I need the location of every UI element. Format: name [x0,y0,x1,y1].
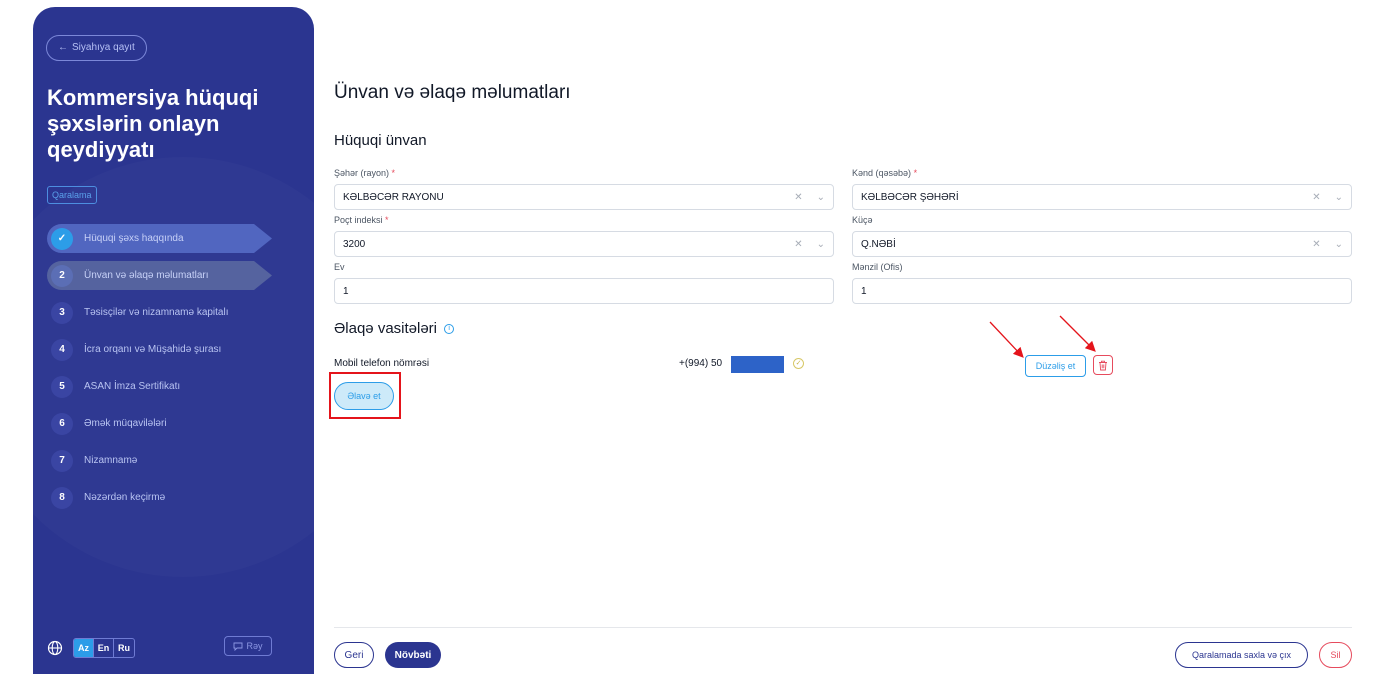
annotation-highlight-box [329,372,401,419]
back-to-list-label: Siyahıya qayıt [72,42,135,53]
page-title: Ünvan və əlaqə məlumatları [334,82,571,103]
step-label: Ünvan və əlaqə məlumatları [84,270,209,281]
step-label: Nizamnamə [84,455,138,466]
info-icon[interactable]: i [444,324,455,335]
step-number: 5 [51,375,73,398]
apartment-input[interactable]: 1 [852,278,1352,304]
step-item-2[interactable]: 2 Ünvan və əlaqə məlumatları [47,257,314,294]
step-item-8[interactable]: 8 Nəzərdən keçirmə [47,479,314,516]
footer-divider [334,627,1352,628]
city-select[interactable]: KƏLBƏCƏR RAYONU ✕ ⌄ [334,184,834,210]
contact-row: Mobil telefon nömrəsi +(994) 50 ✓ [334,356,1352,374]
clear-icon[interactable]: ✕ [1312,192,1320,203]
clear-icon[interactable]: ✕ [1312,239,1320,250]
step-item-3[interactable]: 3 Təsisçilər və nizamnamə kapitalı [47,294,314,331]
comment-icon [234,642,243,651]
apartment-label: Mənzil (Ofis) [852,262,903,272]
apartment-value: 1 [861,285,867,297]
street-field: Küçə Q.NƏBİ ✕ ⌄ [852,215,1352,257]
step-item-6[interactable]: 6 Əmək müqavilələri [47,405,314,442]
required-marker: * [913,168,918,178]
edit-contact-button[interactable]: Düzəliş et [1025,355,1086,377]
trash-icon [1099,360,1107,370]
arrow-left-icon: ← [58,42,68,53]
feedback-label: Rəy [246,641,263,651]
postal-field: Poçt indeksi * 3200 ✕ ⌄ [334,215,834,257]
phone-value: +(994) 50 [679,358,723,369]
back-button[interactable]: Geri [334,642,374,668]
step-item-5[interactable]: 5 ASAN İmza Sertifikatı [47,368,314,405]
step-item-7[interactable]: 7 Nizamnamə [47,442,314,479]
next-button[interactable]: Növbəti [385,642,441,668]
language-option-en[interactable]: En [94,639,114,657]
village-field: Kənd (qəsəbə) * KƏLBƏCƏR ŞƏHƏRİ ✕ ⌄ [852,168,1352,210]
chevron-down-icon[interactable]: ⌄ [817,192,825,203]
app: ← Siyahıya qayıt Kommersiya hüquqi şəxsl… [0,0,1384,674]
legal-address-title: Hüquqi ünvan [334,132,427,149]
check-icon: ✓ [51,227,73,250]
language-switcher: Az En Ru [73,638,135,658]
delete-contact-button[interactable] [1093,355,1113,375]
language-option-az[interactable]: Az [74,639,94,657]
village-select[interactable]: KƏLBƏCƏR ŞƏHƏRİ ✕ ⌄ [852,184,1352,210]
house-field: Ev 1 [334,262,834,304]
globe-icon [47,640,63,656]
house-input[interactable]: 1 [334,278,834,304]
contact-type-label: Mobil telefon nömrəsi [334,358,430,369]
redaction-box [731,356,784,373]
city-field: Şəhər (rayon) * KƏLBƏCƏR RAYONU ✕ ⌄ [334,168,834,210]
language-option-ru[interactable]: Ru [114,639,134,657]
house-label: Ev [334,262,345,272]
postal-value: 3200 [343,238,366,250]
street-value: Q.NƏBİ [861,238,896,250]
required-marker: * [385,215,389,225]
clear-icon[interactable]: ✕ [794,239,802,250]
step-number: 3 [51,301,73,324]
step-number: 7 [51,449,73,472]
chevron-down-icon[interactable]: ⌄ [1335,239,1343,250]
back-to-list-button[interactable]: ← Siyahıya qayıt [46,35,147,61]
city-label: Şəhər (rayon) [334,168,390,178]
village-label: Kənd (qəsəbə) [852,168,912,178]
stepper: ✓ Hüquqi şəxs haqqında 2 Ünvan və əlaqə … [47,220,314,516]
street-label: Küçə [852,215,873,225]
delete-button[interactable]: Sil [1319,642,1352,668]
main-content: Ünvan və əlaqə məlumatları Hüquqi ünvan … [334,0,1352,674]
save-draft-button[interactable]: Qaralamada saxla və çıx [1175,642,1308,668]
apartment-field: Mənzil (Ofis) 1 [852,262,1352,304]
chevron-down-icon[interactable]: ⌄ [817,239,825,250]
step-number: 4 [51,338,73,361]
step-label: Təsisçilər və nizamnamə kapitalı [84,307,229,318]
postal-select[interactable]: 3200 ✕ ⌄ [334,231,834,257]
sidebar-footer: Az En Ru Rəy [47,636,292,660]
chevron-down-icon[interactable]: ⌄ [1335,192,1343,203]
step-label: Nəzərdən keçirmə [84,492,166,503]
street-select[interactable]: Q.NƏBİ ✕ ⌄ [852,231,1352,257]
step-number: 2 [51,264,73,287]
clear-icon[interactable]: ✕ [794,192,802,203]
village-value: KƏLBƏCƏR ŞƏHƏRİ [861,191,959,203]
step-item-4[interactable]: 4 İcra orqanı və Müşahidə şurası [47,331,314,368]
sidebar-title: Kommersiya hüquqi şəxslərin onlayn qeydi… [47,85,259,162]
step-label: Hüquqi şəxs haqqında [84,233,184,244]
step-label: ASAN İmza Sertifikatı [84,381,181,392]
step-label: İcra orqanı və Müşahidə şurası [84,344,222,355]
step-item-1[interactable]: ✓ Hüquqi şəxs haqqında [47,220,314,257]
step-number: 6 [51,412,73,435]
postal-label: Poçt indeksi [334,215,383,225]
sidebar: ← Siyahıya qayıt Kommersiya hüquqi şəxsl… [33,7,314,674]
verified-check-icon: ✓ [793,358,804,369]
step-label: Əmək müqavilələri [84,418,167,429]
city-value: KƏLBƏCƏR RAYONU [343,191,444,203]
status-badge: Qaralama [47,186,97,204]
contact-section-title: Əlaqə vasitələri [334,320,438,337]
required-marker: * [391,168,396,178]
feedback-button[interactable]: Rəy [224,636,272,656]
step-number: 8 [51,486,73,509]
house-value: 1 [343,285,349,297]
